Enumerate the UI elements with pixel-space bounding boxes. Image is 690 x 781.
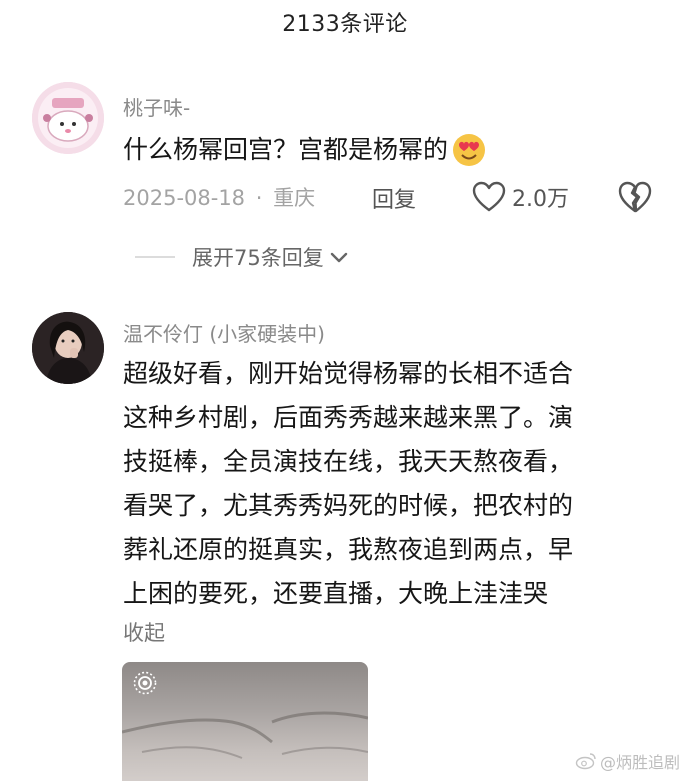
comment-content: 什么杨幂回宫？宫都是杨幂的 [123,128,487,172]
heart-outline-icon [472,181,506,212]
broken-heart-icon [618,181,652,213]
divider-line [135,256,175,258]
avatar[interactable] [32,82,104,154]
comment-text-line: 技挺棒，全员演技在线，我天天熬夜看， [123,447,574,476]
expand-replies-button[interactable]: 展开75条回复 [135,242,348,272]
comment-text-line: 什么杨幂回宫？宫都是杨幂的 [123,135,449,164]
comments-header: 2133条评论 [0,0,690,40]
live-photo-icon [133,671,157,695]
comment-count-title: 2133条评论 [282,12,408,37]
comment-text-line: 超级好看，刚开始觉得杨幂的长相不适合 [123,359,574,388]
like-button[interactable]: 2.0万 [472,180,569,214]
avatar[interactable] [32,312,104,384]
comment-content: 超级好看，刚开始觉得杨幂的长相不适合 这种乡村剧，后面秀秀越来越来黑了。演 技挺… [123,352,573,616]
reply-button[interactable]: 回复 [372,182,416,214]
meta-separator: · [255,186,263,210]
like-count: 2.0万 [512,187,569,212]
heart-eyes-emoji [453,134,486,166]
expand-replies-label: 展开75条回复 [192,246,324,270]
collapse-button[interactable]: 收起 [123,617,165,647]
comment-image[interactable] [122,662,368,781]
weibo-logo-icon [575,753,596,770]
comment-username[interactable]: 温不伶仃 (小家硬装中) [123,318,325,347]
comment-text-line: 葬礼还原的挺真实，我熬夜追到两点，早 [123,535,574,564]
comment-text-line: 上困的要死，还要直播，大晚上洼洼哭 [123,579,549,608]
dislike-button[interactable] [617,180,653,218]
comment-meta: 2025-08-18 · 重庆 [123,182,315,212]
watermark: @炳胜追剧 [575,749,680,773]
comment-date: 2025-08-18 [123,186,246,210]
comment-location: 重庆 [273,186,316,210]
comment-text-line: 看哭了，尤其秀秀妈死的时候，把农村的 [123,491,574,520]
chevron-down-icon [330,252,347,263]
comment-text-line: 这种乡村剧，后面秀秀越来越来黑了。演 [123,403,574,432]
watermark-text: @炳胜追剧 [599,753,680,772]
comment-username[interactable]: 桃子味- [123,92,190,121]
